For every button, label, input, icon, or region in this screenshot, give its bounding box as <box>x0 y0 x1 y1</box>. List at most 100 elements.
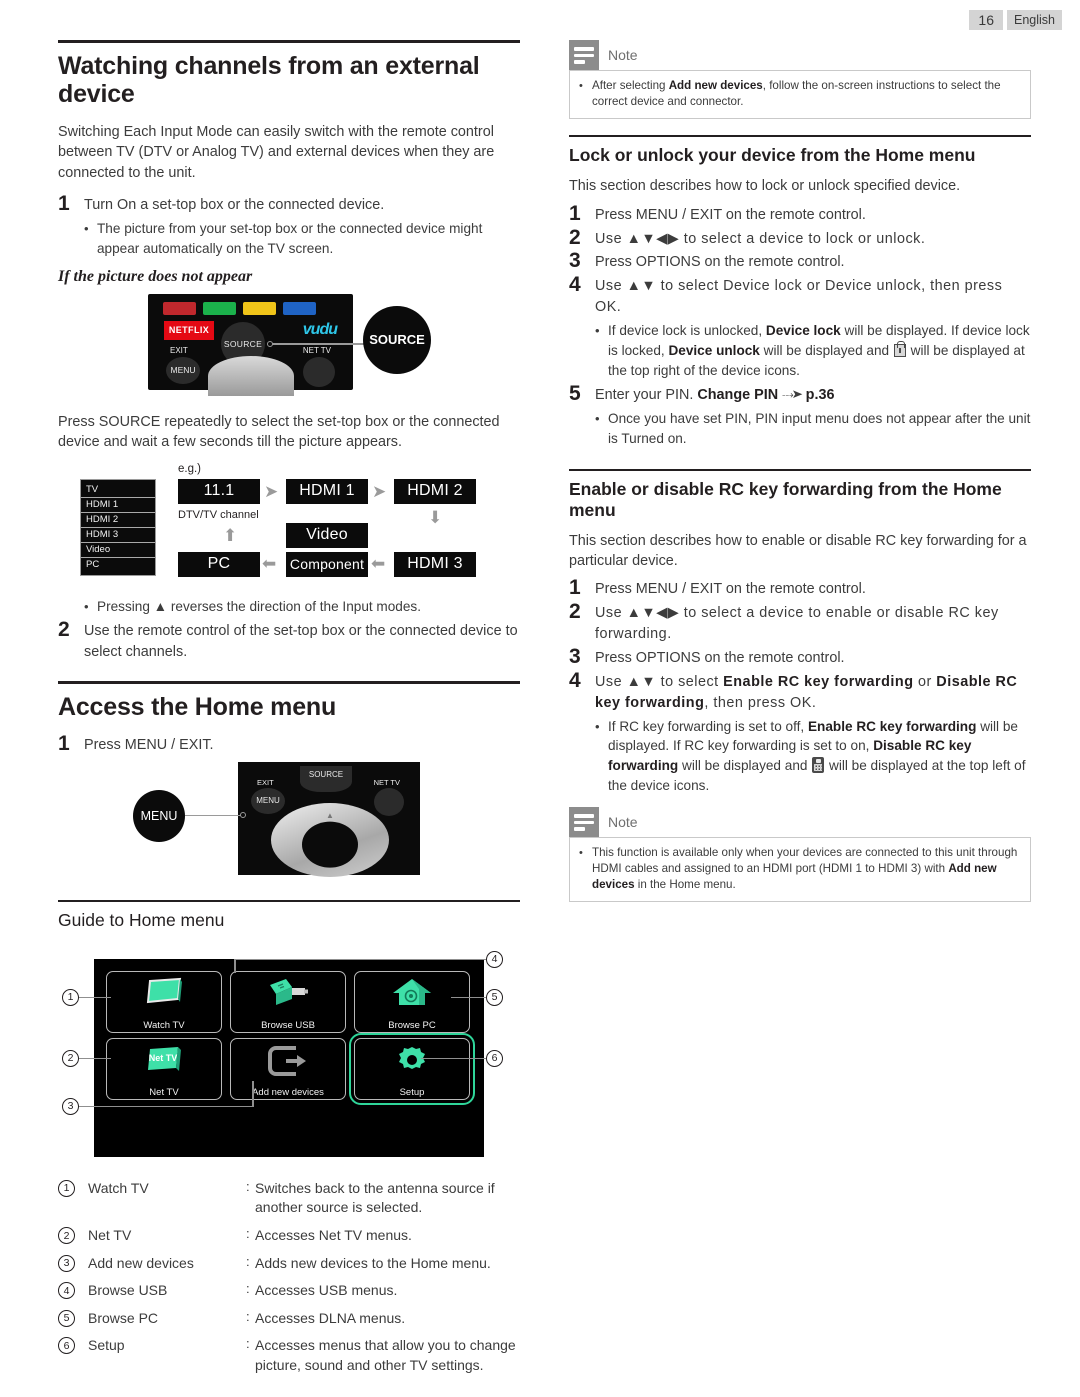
section-rule <box>569 135 1031 138</box>
page-header-badges: 16 English <box>969 10 1062 30</box>
legend-number: 6 <box>58 1336 88 1355</box>
callout-line <box>79 1105 254 1108</box>
channel-caption: DTV/TV channel <box>178 508 259 521</box>
note-body: • This function is available only when y… <box>569 837 1031 903</box>
step-text: Use ▲▼ to select Device lock or Device u… <box>595 278 1003 316</box>
arrow-up-icon: ▲ <box>326 810 334 820</box>
tile-browse-pc[interactable]: Browse PC <box>354 970 470 1033</box>
step-text: Use ▲▼◀▶ to select a device to lock or u… <box>595 230 926 247</box>
input-box-video: Video <box>286 522 368 548</box>
bullet-item: • If RC key forwarding is set to off, En… <box>595 717 1031 796</box>
legend-number: 3 <box>58 1254 88 1272</box>
input-box-pc: PC <box>178 551 260 577</box>
legend-number: 1 <box>58 1179 88 1197</box>
step-item: 1 Press MENU / EXIT on the remote contro… <box>569 202 1031 226</box>
legend-desc: Adds new devices to the Home menu. <box>255 1254 491 1271</box>
legend-number: 2 <box>58 1226 88 1245</box>
step-item: 3 Press OPTIONS on the remote control. <box>569 250 1031 273</box>
step-bullets: • If device lock is unlocked, Device loc… <box>595 321 1031 380</box>
callout-line <box>451 996 486 999</box>
bullet-item: • Once you have set PIN, PIN input menu … <box>595 409 1031 448</box>
source-callout: SOURCE <box>363 305 431 374</box>
bullet-text: After selecting Add new devices, follow … <box>592 79 1001 108</box>
callout-5: 5 <box>486 988 503 1006</box>
input-list-item: Video <box>81 543 155 558</box>
legend-colon: : <box>246 1336 250 1352</box>
bullet-text: If RC key forwarding is set to off, Enab… <box>608 718 1026 793</box>
remote-control-illustration-2: SOURCE EXIT MENU NET TV ▲ MENU <box>58 761 520 880</box>
remote-control-icon <box>812 757 825 774</box>
step-item: 2 Use the remote control of the set-top … <box>58 618 520 663</box>
legend-colon: : <box>246 1281 250 1297</box>
tile-setup[interactable]: Setup <box>349 1032 475 1105</box>
leader-line <box>272 343 364 345</box>
tile-browse-usb[interactable]: Browse USB <box>230 970 346 1033</box>
input-mode-diagram: e.g.) TV HDMI 1 HDMI 2 HDMI 3 Video PC 1… <box>58 462 520 577</box>
eg-label: e.g.) <box>178 462 202 475</box>
step-item: 2 Use ▲▼◀▶ to select a device to lock or… <box>569 225 1031 250</box>
legend-colon: : <box>246 1178 250 1194</box>
note-body: • After selecting Add new devices, follo… <box>569 70 1031 120</box>
tile-watch-tv[interactable]: Watch TV <box>106 970 222 1033</box>
legend-name: Watch TV <box>88 1179 149 1196</box>
exit-label: EXIT <box>170 345 188 355</box>
navigation-ring <box>208 355 294 396</box>
callout-line <box>79 996 111 999</box>
netflix-button: NETFLIX <box>164 320 214 340</box>
remote-body: SOURCE EXIT MENU NET TV ▲ <box>238 761 420 877</box>
gear-icon <box>399 1046 425 1069</box>
input-list-item: HDMI 2 <box>81 513 155 528</box>
step-item: 5 Enter your PIN. Change PIN ⤏➤ p.36 <box>569 383 1031 406</box>
tile-add-new-devices[interactable]: Add new devices <box>230 1037 346 1100</box>
input-box-hdmi3: HDMI 3 <box>394 551 476 577</box>
input-list-item: HDMI 3 <box>81 528 155 543</box>
step-number: 2 <box>569 600 581 624</box>
source-button: SOURCE <box>300 765 352 792</box>
bullet-dot: • <box>84 221 89 237</box>
legend-colon: : <box>246 1226 250 1242</box>
step-text: Press MENU / EXIT on the remote control. <box>595 581 866 598</box>
section-rule <box>569 468 1031 471</box>
tile-label: Watch TV <box>143 1019 185 1031</box>
red-button <box>163 301 196 315</box>
tile-label: Browse USB <box>261 1019 315 1031</box>
legend-row: 4 Browse USB : Accesses USB menus. <box>58 1281 520 1301</box>
bullet-item: • Pressing ▲ reverses the direction of t… <box>84 597 520 617</box>
tile-label: Net TV <box>149 1086 179 1098</box>
step-item: 1 Press MENU / EXIT on the remote contro… <box>569 576 1031 600</box>
input-list-item: TV <box>81 483 155 498</box>
note-icon <box>569 40 599 70</box>
step-number: 4 <box>569 668 581 692</box>
tile-net-tv[interactable]: Net TV Net TV <box>106 1037 222 1100</box>
legend-row: 5 Browse PC : Accesses DLNA menus. <box>58 1309 520 1329</box>
input-list-item: PC <box>86 559 100 571</box>
note-icon <box>569 807 599 838</box>
callout-line <box>234 958 236 973</box>
step-number: 1 <box>569 576 581 600</box>
color-buttons <box>163 301 316 315</box>
note-title: Note <box>608 814 638 831</box>
section-rule <box>58 899 520 902</box>
legend-colon: : <box>246 1308 250 1324</box>
bullet-dot: • <box>84 598 89 614</box>
remote-control-illustration-1: NETFLIX vudu SOURCE EXIT MENU NET TV SOU… <box>58 293 520 400</box>
tile-label: Add new devices <box>252 1086 324 1098</box>
step-text: Turn On a set-top box or the connected d… <box>84 197 385 214</box>
usb-icon <box>270 978 308 1005</box>
step-item: 1 Press MENU / EXIT. <box>58 733 520 756</box>
legend-name: Browse USB <box>88 1282 168 1299</box>
step-number: 2 <box>569 225 581 249</box>
step-number: 2 <box>58 618 70 642</box>
legend-name: Add new devices <box>88 1254 194 1271</box>
input-box-channel: 11.1 <box>178 478 260 504</box>
legend-row: 2 Net TV : Accesses Net TV menus. <box>58 1226 520 1246</box>
legend-desc: Switches back to the antenna source if a… <box>255 1179 495 1216</box>
menu-button: MENU <box>166 356 200 384</box>
input-list-item: HDMI 1 <box>81 498 155 513</box>
picture-not-appear-subheading: If the picture does not appear <box>58 267 253 285</box>
arrow-left-icon: ⬅ <box>262 553 277 573</box>
bullet-text: The picture from your set-top box or the… <box>97 221 483 256</box>
legend-desc: Accesses USB menus. <box>255 1282 398 1299</box>
step-text: Press MENU / EXIT on the remote control. <box>595 206 866 223</box>
input-box-component: Component <box>286 551 368 577</box>
